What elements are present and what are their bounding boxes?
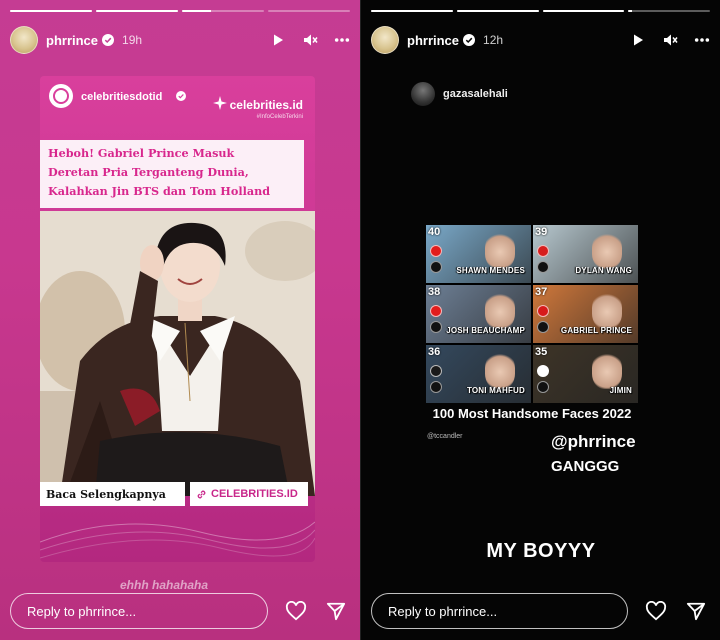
headline: Heboh! Gabriel Prince Masuk Deretan Pria… [40, 140, 304, 208]
celebrities-logo-icon [49, 84, 73, 108]
badge-icon [537, 381, 549, 393]
flag-icon [537, 365, 549, 377]
rank-number: 40 [428, 226, 441, 238]
progress-segment [456, 10, 539, 12]
send-icon[interactable] [684, 599, 708, 623]
flag-icon [537, 245, 549, 257]
story-panel-left[interactable]: phrrince 19h celebritiesdotid celebritie… [0, 0, 360, 640]
avatar[interactable] [10, 26, 38, 54]
face-thumbnail [485, 231, 515, 269]
rank-number: 39 [535, 226, 548, 238]
ranking-cell: 39 DYLAN WANG [533, 225, 638, 283]
story-footer: Reply to phrrince... [371, 592, 708, 630]
flag-icon [430, 245, 442, 257]
badge-icon [430, 381, 442, 393]
reply-input[interactable]: Reply to phrrince... [371, 593, 628, 629]
ranking-name: JOSH BEAUCHAMP [446, 326, 525, 335]
username[interactable]: phrrince [407, 33, 459, 48]
more-icon[interactable] [334, 32, 350, 48]
progress-segment [371, 10, 453, 12]
progress-segment [628, 10, 710, 12]
play-icon[interactable] [270, 32, 286, 48]
face-thumbnail [485, 351, 515, 389]
verified-icon [102, 34, 115, 46]
send-icon[interactable] [324, 599, 348, 623]
badge-icon [430, 261, 442, 273]
ranking-grid: 40 SHAWN MENDES 39 DYLAN WANG 38 JOSH BEAUCHA… [426, 225, 638, 403]
headline-line: Heboh! Gabriel Prince Masuk [48, 146, 235, 160]
badge-icon [430, 321, 442, 333]
more-icon[interactable] [694, 32, 710, 48]
rank-number: 36 [428, 346, 441, 358]
link-icon [196, 489, 207, 500]
ranking-name: SHAWN MENDES [456, 266, 525, 275]
website-link-label: CELEBRITIES.ID [211, 488, 298, 500]
rank-number: 35 [535, 346, 548, 358]
headline-line: Deretan Pria Terganteng Dunia, [48, 165, 249, 179]
celebrity-photo [40, 211, 315, 496]
story-progress [371, 10, 710, 12]
reply-input[interactable]: Reply to phrrince... [10, 593, 268, 629]
verified-icon [463, 34, 476, 46]
story-header: phrrince 19h [10, 26, 350, 54]
reshared-mention[interactable]: gazasalehali [411, 82, 508, 106]
ranking-cell: 38 JOSH BEAUCHAMP [426, 285, 531, 343]
progress-segment [542, 10, 625, 12]
mention-username[interactable]: gazasalehali [443, 88, 508, 100]
flag-icon [537, 305, 549, 317]
story-caption: ehhh hahahaha [120, 578, 209, 592]
heart-icon[interactable] [644, 599, 668, 623]
sparkle-icon [213, 96, 227, 110]
ranking-cell: 37 GABRIEL PRINCE [533, 285, 638, 343]
brand-name: celebrities.id [229, 98, 303, 112]
face-thumbnail [485, 291, 515, 329]
play-icon[interactable] [630, 32, 646, 48]
mute-icon[interactable] [662, 32, 678, 48]
story-header: phrrince 12h [371, 26, 710, 54]
text-overlay: MY BOYYY [486, 540, 596, 562]
credit-text: @tccandler [427, 433, 463, 440]
card-handle: celebritiesdotid [81, 91, 163, 103]
story-footer: Reply to phrrince... [10, 592, 348, 630]
ranking-name: DYLAN WANG [575, 266, 632, 275]
progress-segment [10, 10, 92, 12]
ranking-cell: 36 TONI MAHFUD [426, 345, 531, 403]
ranking-name: GABRIEL PRINCE [560, 326, 632, 335]
avatar[interactable] [371, 26, 399, 54]
ranking-cell: 40 SHAWN MENDES [426, 225, 531, 283]
rank-number: 37 [535, 286, 548, 298]
username[interactable]: phrrince [46, 33, 98, 48]
progress-segment [96, 10, 178, 12]
brand-tag: #InfoCelebTerkini [256, 114, 303, 120]
ranking-name: TONI MAHFUD [466, 386, 525, 395]
text-overlay: GANGGG [551, 458, 620, 475]
post-time: 12h [483, 33, 504, 47]
verified-icon [176, 91, 186, 101]
avatar[interactable] [411, 82, 435, 106]
progress-segment [182, 10, 264, 12]
post-time: 19h [122, 33, 143, 47]
badge-icon [537, 321, 549, 333]
ranking-name: JIMIN [609, 386, 632, 395]
face-thumbnail [592, 351, 622, 389]
mention-sticker[interactable]: @phrrince [551, 432, 636, 452]
rank-number: 38 [428, 286, 441, 298]
headline-line: Kalahkan Jin BTS dan Tom Holland [48, 184, 271, 198]
ranking-title: 100 Most Handsome Faces 2022 [432, 406, 632, 421]
flag-icon [430, 365, 442, 377]
mute-icon[interactable] [302, 32, 318, 48]
ranking-cell: 35 JIMIN [533, 345, 638, 403]
story-panel-right[interactable]: phrrince 12h gazasalehali 40 SHAWN MENDES… [360, 0, 720, 640]
flag-icon [430, 305, 442, 317]
badge-icon [537, 261, 549, 273]
progress-segment [268, 10, 350, 12]
story-progress [10, 10, 350, 12]
news-card[interactable]: celebritiesdotid celebrities.id #InfoCel… [40, 76, 315, 562]
decorative-swirl-icon [40, 521, 315, 559]
card-header: celebritiesdotid celebrities.id #InfoCel… [40, 76, 315, 136]
face-thumbnail [592, 291, 622, 329]
heart-icon[interactable] [284, 599, 308, 623]
face-thumbnail [592, 231, 622, 269]
